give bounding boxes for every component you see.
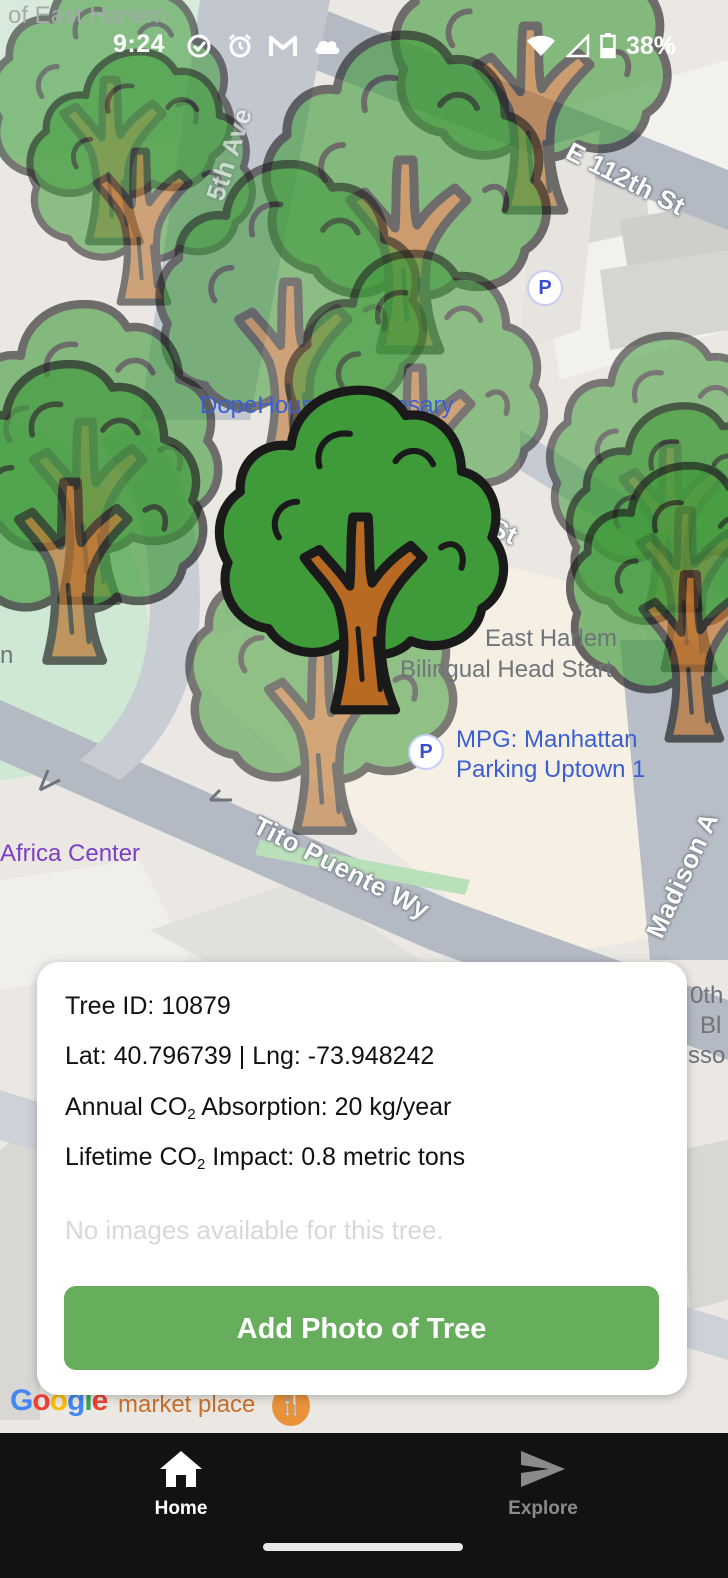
tree-marker[interactable] bbox=[560, 450, 728, 750]
wifi-icon bbox=[526, 35, 555, 56]
poi-mpg-label[interactable]: MPG: Manhattan bbox=[456, 726, 637, 754]
poi-market-place-label[interactable]: market place bbox=[118, 1391, 255, 1419]
poi-mpg-label[interactable]: Parking Uptown 1 bbox=[456, 756, 645, 784]
home-icon bbox=[160, 1451, 202, 1487]
status-time: 9:24 bbox=[113, 30, 166, 58]
parking-marker[interactable]: P bbox=[527, 270, 563, 306]
tab-explore[interactable]: Explore bbox=[463, 1449, 623, 1529]
place-label: sso bbox=[688, 1042, 726, 1069]
signal-icon bbox=[565, 34, 590, 58]
tree-info-card: Tree ID: 10879 Lat: 40.796739 | Lng: -73… bbox=[37, 962, 687, 1395]
place-label: n bbox=[0, 642, 14, 669]
tree-id: Tree ID: 10879 bbox=[65, 992, 231, 1020]
selected-tree-marker[interactable] bbox=[200, 375, 520, 720]
battery-icon bbox=[600, 33, 616, 59]
tree-coordinates: Lat: 40.796739 | Lng: -73.948242 bbox=[65, 1042, 435, 1070]
check-circle-icon bbox=[187, 34, 211, 58]
status-bar: 9:24 38% bbox=[0, 0, 728, 96]
gesture-home-indicator[interactable] bbox=[263, 1543, 463, 1551]
poi-africa-center-label[interactable]: Africa Center bbox=[0, 840, 140, 868]
lifetime-co2-value: Impact: 0.8 metric tons bbox=[205, 1143, 466, 1171]
tab-home-label: Home bbox=[154, 1498, 208, 1519]
add-photo-button[interactable]: Add Photo of Tree bbox=[64, 1286, 659, 1370]
send-icon bbox=[521, 1451, 565, 1487]
alarm-icon bbox=[228, 33, 252, 58]
gmail-icon bbox=[269, 36, 297, 56]
lifetime-co2-impact: Lifetime CO2 Impact: 0.8 metric tons bbox=[65, 1143, 465, 1173]
annual-co2-absorption: Annual CO2 Absorption: 20 kg/year bbox=[65, 1093, 451, 1123]
lifetime-co2-label: Lifetime CO bbox=[65, 1143, 197, 1171]
battery-percentage: 38% bbox=[625, 31, 676, 60]
place-label: 0th bbox=[690, 982, 724, 1009]
cloud-icon bbox=[315, 40, 340, 54]
no-images-message: No images available for this tree. bbox=[65, 1215, 444, 1245]
co2-subscript: 2 bbox=[187, 1106, 196, 1123]
parking-marker[interactable]: P bbox=[408, 734, 444, 770]
tab-explore-label: Explore bbox=[508, 1498, 578, 1519]
bottom-navigation: Home Explore bbox=[0, 1433, 728, 1578]
annual-co2-value: Absorption: 20 kg/year bbox=[195, 1093, 452, 1121]
annual-co2-label: Annual CO bbox=[65, 1093, 188, 1121]
place-label: Bl bbox=[700, 1012, 722, 1039]
tab-home[interactable]: Home bbox=[101, 1449, 261, 1529]
